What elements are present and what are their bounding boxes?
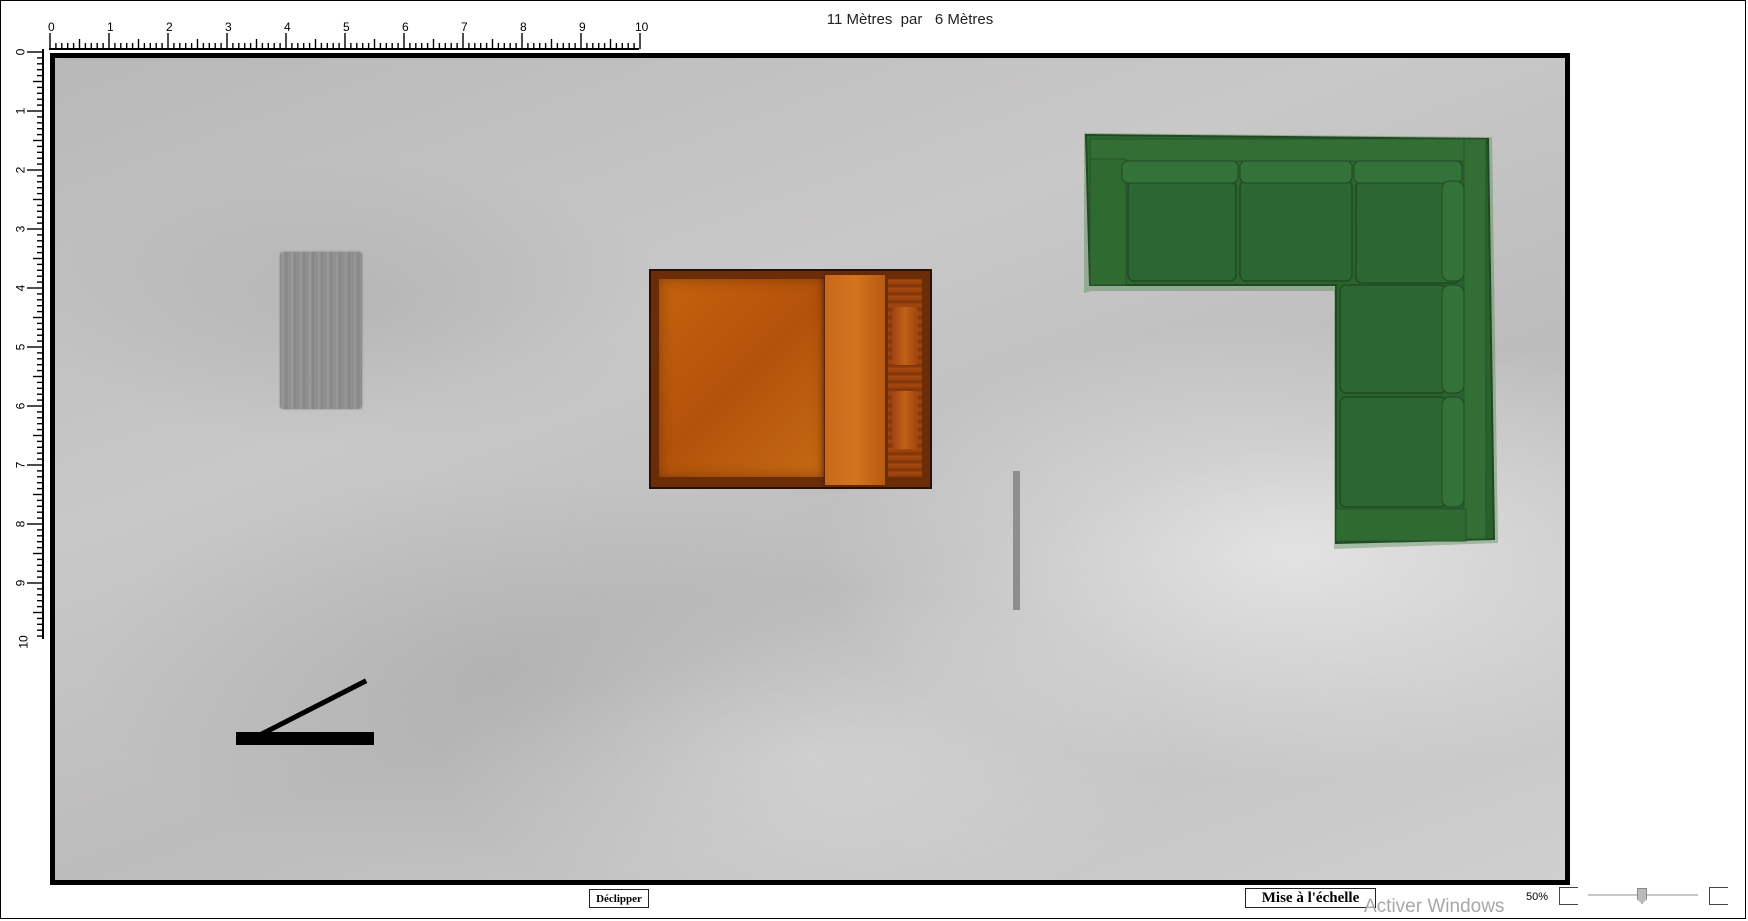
zoom-in-button[interactable] bbox=[1709, 887, 1728, 905]
ruler-top-label: 6 bbox=[402, 20, 409, 34]
ruler-left-label: 5 bbox=[13, 343, 28, 351]
ruler-top-label: 0 bbox=[48, 20, 55, 34]
ruler-left-label: 0 bbox=[13, 48, 28, 56]
ruler-left-label: 6 bbox=[13, 402, 28, 410]
partition-item[interactable] bbox=[1013, 471, 1020, 610]
windows-activation-watermark: Activer Windows bbox=[1364, 896, 1505, 917]
ruler-top-label: 9 bbox=[579, 20, 586, 34]
zoom-out-button[interactable] bbox=[1559, 887, 1578, 905]
ruler-left-label: 1 bbox=[13, 107, 28, 115]
bed-item[interactable] bbox=[649, 269, 932, 489]
bed-pillow bbox=[892, 391, 918, 449]
ruler-top-label: 1 bbox=[107, 20, 114, 34]
bed-fold bbox=[825, 275, 885, 485]
bed-sheet bbox=[659, 279, 824, 477]
ruler-left-label: 8 bbox=[13, 520, 28, 528]
ruler-left-label: 2 bbox=[13, 166, 28, 174]
ruler-top-label: 5 bbox=[343, 20, 350, 34]
table-item[interactable] bbox=[280, 252, 362, 409]
scale-button[interactable]: Mise à l'échelle bbox=[1245, 888, 1376, 908]
ruler-left-label: 9 bbox=[13, 579, 28, 587]
ruler-left-label: 10 bbox=[16, 635, 31, 649]
declip-button[interactable]: Déclipper bbox=[589, 889, 649, 908]
bed-pillow bbox=[892, 307, 918, 365]
ruler-top-label: 3 bbox=[225, 20, 232, 34]
ruler-left-label: 4 bbox=[13, 284, 28, 292]
ruler-top-label: 7 bbox=[461, 20, 468, 34]
ruler-top-label: 10 bbox=[635, 20, 649, 34]
ruler-top-label: 4 bbox=[284, 20, 291, 34]
floor-plan-canvas[interactable] bbox=[50, 53, 1570, 885]
zoom-level-label: 50% bbox=[1526, 891, 1549, 903]
bed-headboard bbox=[888, 279, 922, 477]
ruler-top-label: 2 bbox=[166, 20, 173, 34]
ruler-left-label: 3 bbox=[13, 225, 28, 233]
ruler-left-label: 7 bbox=[13, 461, 28, 469]
corner-sofa-item[interactable] bbox=[1082, 133, 1498, 552]
ruler-top-label: 8 bbox=[520, 20, 527, 34]
